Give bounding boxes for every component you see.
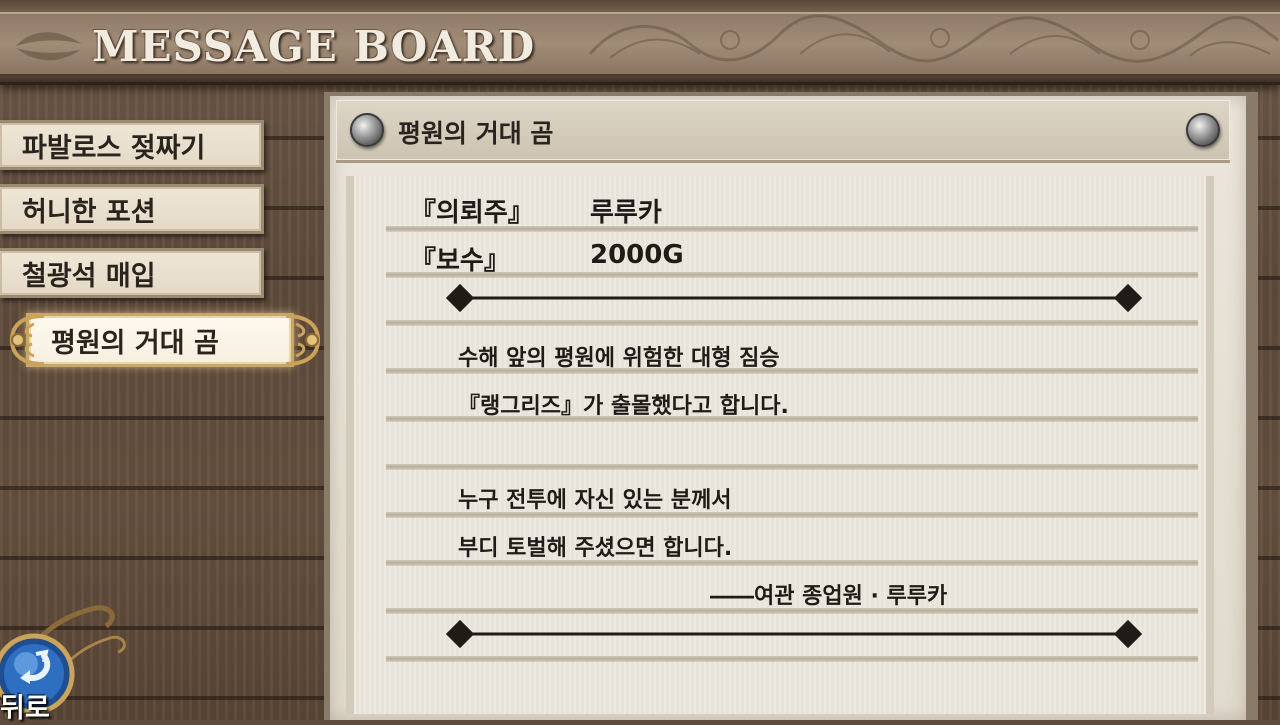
body-line-5: 부디 토벌해 주셨으면 합니다. bbox=[458, 536, 733, 561]
menu-item-quest-1[interactable]: 파발로스 젖짜기 bbox=[0, 120, 264, 170]
back-button-label: 뒤로 bbox=[0, 693, 50, 724]
body-line-2: 『랭그리즈』가 출몰했다고 합니다. bbox=[458, 394, 789, 419]
pin-right-icon bbox=[1186, 113, 1220, 147]
client-value: 루루카 bbox=[590, 198, 662, 228]
menu-item-quest-4-selected[interactable]: 평원의 거대 곰 bbox=[26, 313, 294, 367]
menu-item-label: 철광석 매입 bbox=[22, 260, 156, 292]
reward-label: 『보수』 bbox=[410, 246, 510, 276]
menu-item-label: 평원의 거대 곰 bbox=[51, 327, 219, 359]
body-line-1: 수해 앞의 평원에 위험한 대형 짐승 bbox=[458, 346, 780, 371]
left-selection-ornament-icon bbox=[9, 314, 45, 366]
menu-item-quest-3[interactable]: 철광석 매입 bbox=[0, 248, 264, 298]
divider-top bbox=[446, 284, 1142, 312]
divider-bottom bbox=[446, 620, 1142, 648]
right-selection-ornament-icon bbox=[285, 314, 321, 366]
leaf-ornament-icon bbox=[16, 32, 82, 61]
ruled-line bbox=[386, 320, 1198, 326]
page-title: MESSAGE BOARD bbox=[92, 22, 536, 71]
scroll-ornament-icon bbox=[588, 14, 1279, 63]
ruled-line bbox=[386, 464, 1198, 470]
menu-item-label: 파발로스 젖짜기 bbox=[22, 132, 206, 164]
return-arrow-icon bbox=[20, 649, 51, 684]
reward-value: 2000G bbox=[590, 240, 684, 270]
menu-item-label: 허니한 포션 bbox=[22, 196, 156, 228]
body-line-4: 누구 전투에 자신 있는 분께서 bbox=[458, 488, 732, 513]
pin-left-icon bbox=[350, 113, 384, 147]
board-title: 평원의 거대 곰 bbox=[398, 119, 554, 148]
client-label: 『의뢰주』 bbox=[410, 198, 534, 228]
signature: ――여관 종업원 · 루루카 bbox=[710, 584, 948, 609]
ruled-line bbox=[386, 656, 1198, 662]
header-bar: MESSAGE BOARD bbox=[0, 0, 1280, 85]
menu-item-quest-2[interactable]: 허니한 포션 bbox=[0, 184, 264, 234]
